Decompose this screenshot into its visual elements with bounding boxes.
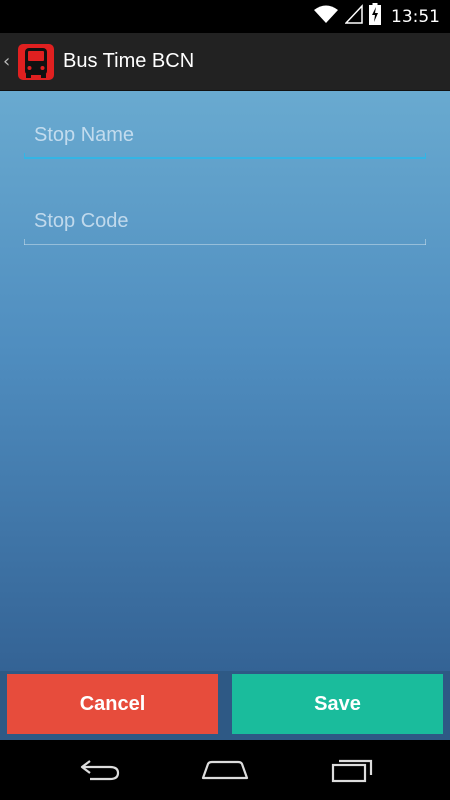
status-icons: 13:51 [313, 0, 440, 33]
stop-code-field[interactable] [24, 201, 426, 241]
action-bar: ‹ Bus Time BCN [0, 33, 450, 91]
battery-charging-icon [369, 3, 381, 30]
screen: 13:51 ‹ Bus Time BCN Stop Name Stop Code… [0, 0, 450, 800]
chevron-left-icon[interactable]: ‹ [3, 51, 15, 72]
stop-name-underline [24, 157, 426, 159]
app-title: Bus Time BCN [63, 50, 195, 72]
wifi-icon [313, 4, 339, 29]
stop-name-tick-right [425, 153, 426, 159]
stop-name-tick-left [24, 153, 25, 159]
stop-code-underline [24, 244, 426, 245]
cancel-button[interactable]: Cancel [7, 674, 218, 734]
back-icon[interactable] [70, 750, 130, 790]
stop-code-tick-right [425, 239, 426, 245]
stop-name-field-container [24, 115, 426, 159]
navigation-bar [0, 740, 450, 800]
home-icon[interactable] [195, 750, 255, 790]
recent-apps-icon[interactable] [322, 750, 382, 790]
status-time: 13:51 [391, 6, 440, 27]
save-button[interactable]: Save [232, 674, 443, 734]
cell-signal-icon [344, 4, 363, 29]
bus-icon[interactable] [17, 43, 55, 81]
button-bar: Cancel Save [0, 671, 450, 740]
stop-code-field-container [24, 201, 426, 245]
stop-name-field[interactable] [24, 115, 426, 155]
status-bar: 13:51 [0, 0, 450, 33]
stop-code-tick-left [24, 239, 25, 245]
form-content [0, 91, 450, 671]
